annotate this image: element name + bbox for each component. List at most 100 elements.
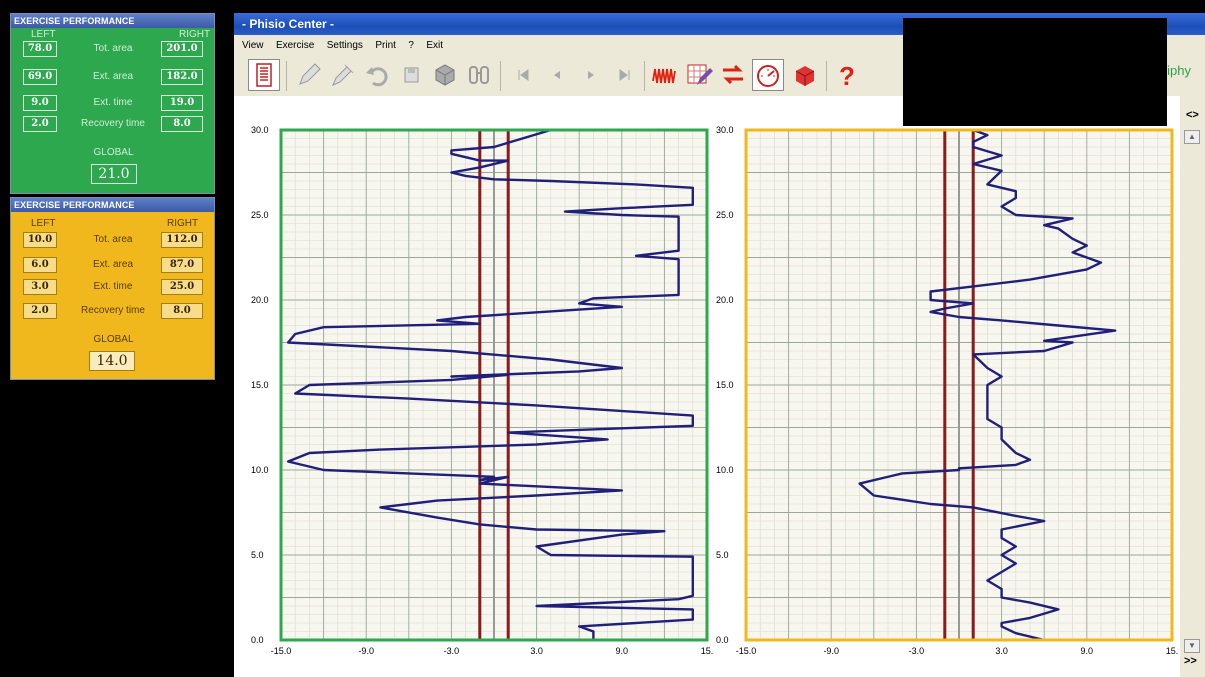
metric-row: 6.0 Ext. area 87.0	[11, 257, 216, 273]
toolbar-separator	[286, 61, 287, 91]
panel-title: EXERCISE PERFORMANCE	[11, 198, 214, 212]
plot-area: -15.0 -9.0 -3.0 3.0 9.0 15. 0.0 5.0 10.0 15.0 20.0…	[234, 96, 1180, 677]
metric-label: Recovery time	[81, 118, 145, 129]
waveform-icon[interactable]	[648, 58, 682, 92]
exercise-performance-panel-yellow: EXERCISE PERFORMANCE LEFT RIGHT 10.0 Tot…	[10, 197, 215, 380]
menu-print[interactable]: Print	[375, 40, 396, 51]
global-value: 21.0	[91, 164, 137, 184]
metric-label: Recovery time	[81, 305, 145, 316]
metric-label: Ext. time	[93, 97, 133, 108]
right-value: 112.0	[161, 232, 203, 248]
first-icon[interactable]	[506, 58, 540, 92]
pencil-icon[interactable]	[292, 58, 326, 92]
next-page-icon[interactable]: >>	[1184, 655, 1197, 667]
left-value: 2.0	[23, 303, 57, 319]
exercise-performance-panel-green: EXERCISE PERFORMANCE LEFT RIGHT 78.0 Tot…	[10, 13, 215, 194]
x-tick-label: 9.0	[616, 646, 629, 656]
x-tick-label: -3.0	[444, 646, 460, 656]
left-value: 9.0	[23, 95, 57, 111]
right-value: 8.0	[161, 303, 203, 319]
x-tick-label: -9.0	[823, 646, 839, 656]
x-tick-label: -15.0	[271, 646, 292, 656]
x-tick-label: -15.0	[736, 646, 757, 656]
metric-row: 9.0 Ext. time 19.0	[11, 95, 216, 111]
swap-icon[interactable]	[716, 58, 750, 92]
left-value: 3.0	[23, 279, 57, 295]
menu-help[interactable]: ?	[408, 40, 414, 51]
y-tick-label: 0.0	[251, 635, 264, 645]
binoculars-icon[interactable]	[462, 58, 496, 92]
menu-exercise[interactable]: Exercise	[276, 40, 314, 51]
metric-label: Tot. area	[93, 234, 133, 245]
metric-label: Ext. area	[92, 259, 134, 270]
right-value: 87.0	[161, 257, 203, 273]
right-value: 8.0	[161, 116, 203, 132]
next-icon[interactable]	[574, 58, 608, 92]
metric-row: 69.0 Ext. area 182.0	[11, 69, 216, 85]
y-tick-label: 10.0	[251, 465, 269, 475]
y-tick-label: 30.0	[251, 125, 269, 135]
help-icon[interactable]: ?	[830, 58, 864, 92]
x-tick-label: 15.	[1166, 646, 1179, 656]
y-tick-label: 30.0	[716, 125, 734, 135]
scroll-up-icon[interactable]: ▲	[1184, 130, 1200, 144]
metric-row: 10.0 Tot. area 112.0	[11, 232, 216, 248]
left-column-header: LEFT	[31, 29, 56, 40]
y-tick-label: 5.0	[716, 550, 729, 560]
toolbar-separator	[644, 61, 645, 91]
box-icon[interactable]	[428, 58, 462, 92]
cube-icon[interactable]	[788, 58, 822, 92]
menu-view[interactable]: View	[242, 40, 264, 51]
vertical-scrollbar[interactable]: <> ▲ ▼ >>	[1180, 96, 1205, 677]
y-tick-label: 20.0	[251, 295, 269, 305]
expand-toggle-icon[interactable]: <>	[1186, 109, 1199, 121]
undo-icon[interactable]	[360, 58, 394, 92]
panel-title: EXERCISE PERFORMANCE	[11, 14, 214, 28]
menu-settings[interactable]: Settings	[327, 40, 363, 51]
y-tick-label: 15.0	[716, 380, 734, 390]
scroll-down-icon[interactable]: ▼	[1184, 639, 1200, 653]
gauge-icon[interactable]	[752, 59, 784, 91]
left-value: 6.0	[23, 257, 57, 273]
metric-label: Ext. time	[93, 281, 133, 292]
svg-text:?: ?	[839, 61, 855, 89]
x-tick-label: -3.0	[909, 646, 925, 656]
y-tick-label: 25.0	[251, 210, 269, 220]
y-tick-label: 15.0	[251, 380, 269, 390]
redacted-overlay	[903, 18, 1167, 126]
y-tick-label: 25.0	[716, 210, 734, 220]
right-column-header: RIGHT	[179, 29, 211, 40]
x-tick-label: -9.0	[358, 646, 374, 656]
pencil-edit-icon[interactable]	[326, 58, 360, 92]
menu-exit[interactable]: Exit	[426, 40, 443, 51]
last-icon[interactable]	[608, 58, 642, 92]
save-icon[interactable]	[394, 58, 428, 92]
left-value: 2.0	[23, 116, 57, 132]
left-value: 69.0	[23, 69, 57, 85]
metric-label: Ext. area	[92, 71, 134, 82]
global-label: GLOBAL	[93, 147, 134, 158]
metric-row: 3.0 Ext. time 25.0	[11, 279, 216, 295]
right-value: 19.0	[161, 95, 203, 111]
x-tick-label: 9.0	[1081, 646, 1094, 656]
metric-row: 2.0 Recovery time 8.0	[11, 303, 216, 319]
right-value: 201.0	[161, 41, 203, 57]
prev-icon[interactable]	[540, 58, 574, 92]
left-value: 10.0	[23, 232, 57, 248]
y-tick-label: 10.0	[716, 465, 734, 475]
chart-edit-icon[interactable]	[682, 58, 716, 92]
x-tick-label: 15.	[701, 646, 714, 656]
x-tick-label: 3.0	[530, 646, 543, 656]
metric-label: Tot. area	[93, 43, 133, 54]
charts-svg: -15.0 -9.0 -3.0 3.0 9.0 15.0.05.010.015.020.0…	[251, 125, 1179, 656]
main-window: - Phisio Center - View Exercise Settings…	[234, 13, 1205, 677]
left-value: 78.0	[23, 41, 57, 57]
metric-row: 2.0 Recovery time 8.0	[11, 116, 216, 132]
y-tick-label: 0.0	[716, 635, 729, 645]
chart-record-icon[interactable]	[248, 59, 280, 91]
right-column-header: RIGHT	[167, 218, 199, 229]
metric-row: 78.0 Tot. area 201.0	[11, 41, 216, 57]
toolbar-separator	[500, 61, 501, 91]
global-value: 14.0	[89, 351, 135, 371]
left-column-header: LEFT	[31, 218, 56, 229]
